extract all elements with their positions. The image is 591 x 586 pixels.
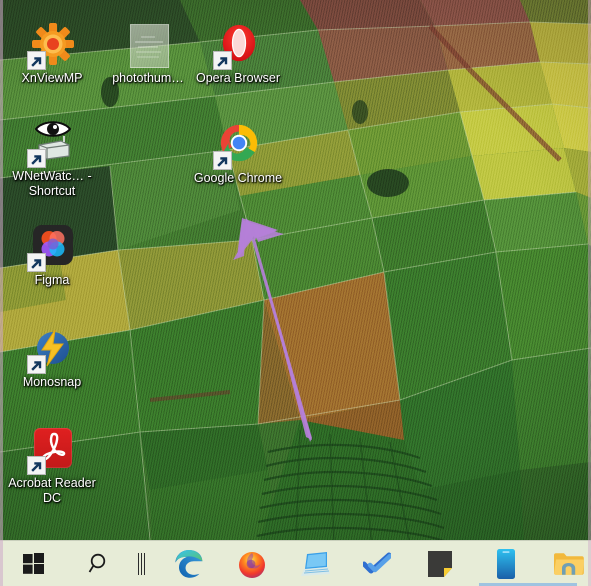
desktop-icon-label: Acrobat Reader DC xyxy=(8,476,96,505)
taskbar xyxy=(0,540,591,586)
firefox-icon[interactable] xyxy=(230,541,273,586)
shortcut-arrow-icon xyxy=(27,149,46,168)
desktop-icon-figma[interactable]: Figma xyxy=(4,224,100,288)
desktop-screen: XnViewMP photothum… Opera Browser WNetWa… xyxy=(0,0,591,586)
desktop-icon-label: Google Chrome xyxy=(193,171,283,185)
microsoft-edge-icon[interactable] xyxy=(167,541,210,586)
figma-icon xyxy=(27,224,75,272)
sticky-notes-icon[interactable] xyxy=(419,541,462,586)
desktop-icon-label: Monosnap xyxy=(22,375,82,389)
windows-start-button[interactable] xyxy=(12,541,55,586)
desktop-icon-label: photothum… xyxy=(112,71,184,85)
desktop-icon-xnviewmp[interactable]: XnViewMP xyxy=(4,22,100,86)
opera-icon xyxy=(213,22,261,70)
desktop-icon-acrobat-reader[interactable]: Acrobat Reader DC xyxy=(4,427,100,506)
wnetwatcher-icon xyxy=(27,120,75,168)
desktop-icon-label: Figma xyxy=(34,273,70,287)
desktop-icon-label: WNetWatc… - Shortcut xyxy=(12,169,92,198)
task-view-icon[interactable] xyxy=(135,541,149,586)
monosnap-icon xyxy=(27,326,75,374)
remote-desktop-icon[interactable] xyxy=(294,541,337,586)
shortcut-arrow-icon xyxy=(27,456,46,475)
desktop-icon-wnetwatcher[interactable]: WNetWatc… - Shortcut xyxy=(4,120,100,199)
shortcut-arrow-icon xyxy=(213,51,232,70)
desktop-icon-label: XnViewMP xyxy=(21,71,83,85)
screen-edge-left xyxy=(0,0,3,586)
microsoft-todo-icon[interactable] xyxy=(355,541,398,586)
your-phone-icon[interactable] xyxy=(484,541,527,586)
acrobat-reader-icon xyxy=(27,427,75,475)
search-icon[interactable] xyxy=(77,541,120,586)
shortcut-arrow-icon xyxy=(27,51,46,70)
xnviewmp-icon xyxy=(27,22,75,70)
file-explorer-icon[interactable] xyxy=(548,541,591,586)
desktop-icon-photothumb[interactable]: photothum… xyxy=(100,22,196,86)
desktop-icon-monosnap[interactable]: Monosnap xyxy=(4,326,100,390)
photothumb-file-icon xyxy=(125,22,171,68)
desktop-icon-opera[interactable]: Opera Browser xyxy=(190,22,286,86)
shortcut-arrow-icon xyxy=(27,253,46,272)
shortcut-arrow-icon xyxy=(27,355,46,374)
google-chrome-icon xyxy=(213,122,261,170)
desktop-icon-label: Opera Browser xyxy=(195,71,281,85)
desktop-icon-google-chrome[interactable]: Google Chrome xyxy=(190,122,286,186)
shortcut-arrow-icon xyxy=(213,151,232,170)
